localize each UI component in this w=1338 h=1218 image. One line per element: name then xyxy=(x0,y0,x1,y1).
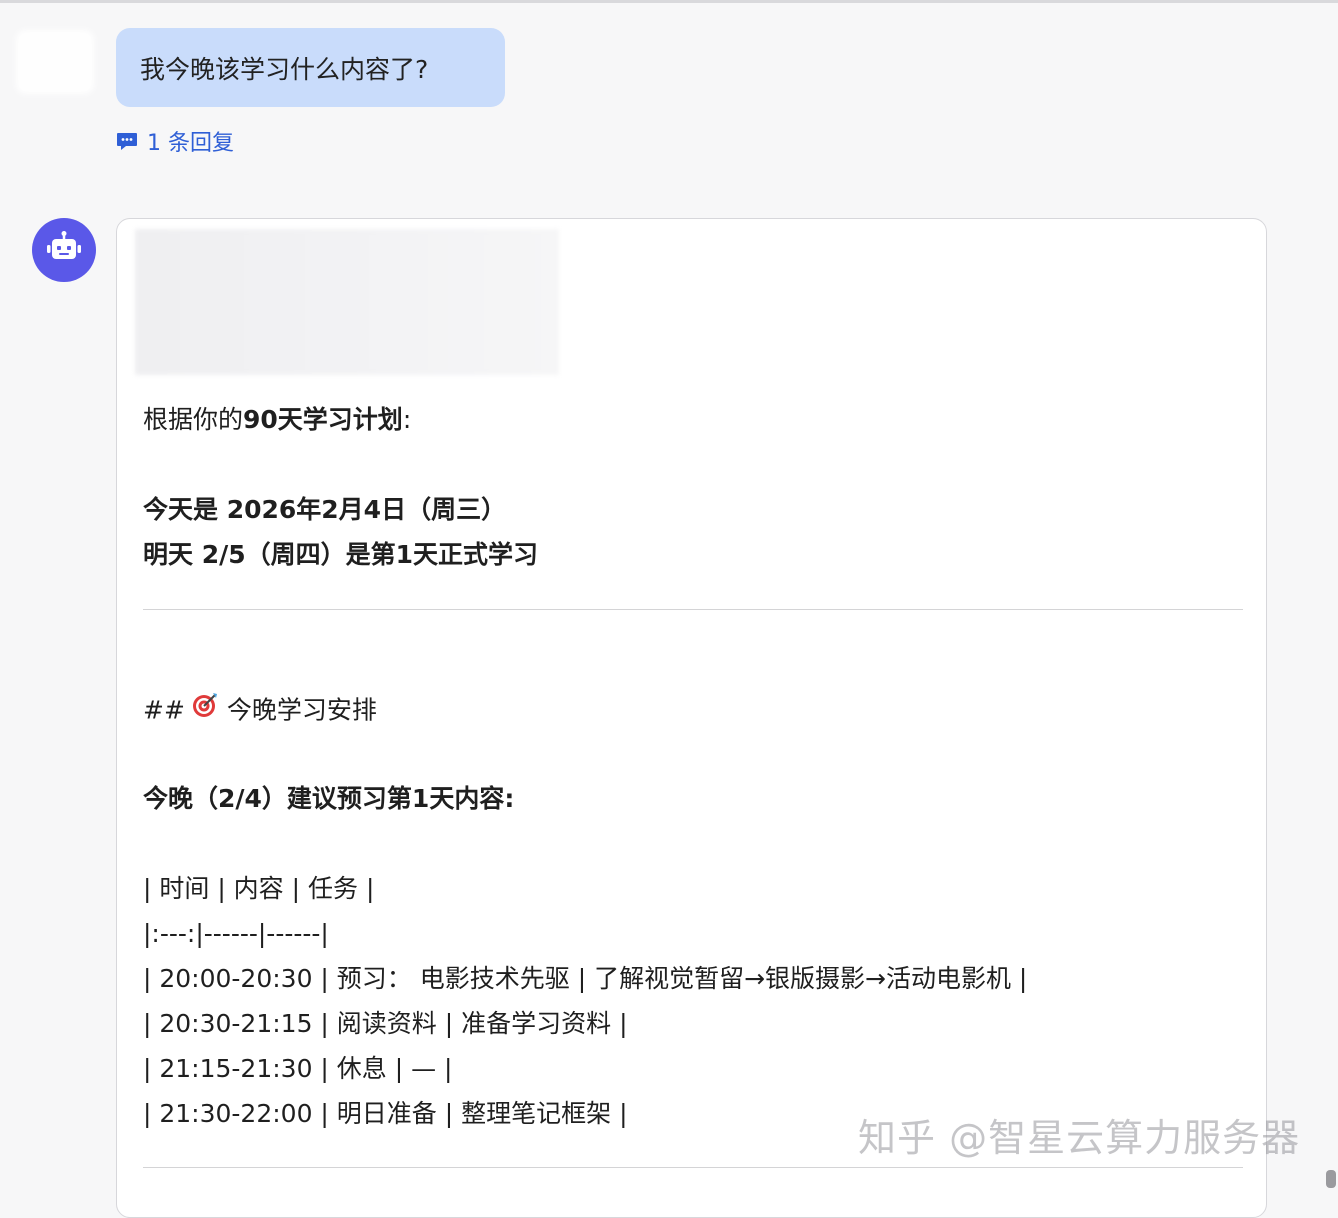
heading-prefix: ## xyxy=(143,695,185,725)
robot-icon xyxy=(44,228,84,272)
today-line: 今天是 2026年2月4日（周三） xyxy=(143,495,507,524)
table-row: | 时间 | 内容 | 任务 | xyxy=(143,874,375,903)
heading-line: ## 今晚学习安排 xyxy=(143,693,377,730)
intro-suffix: : xyxy=(402,405,412,434)
reply-thread-link[interactable]: 1 条回复 xyxy=(116,124,234,158)
watermark: 知乎 @智星云算力服务器 xyxy=(858,1116,1301,1160)
target-icon xyxy=(191,691,219,728)
divider xyxy=(143,1167,1243,1168)
table-row: | 20:30-21:15 | 阅读资料 | 准备学习资料 | xyxy=(143,1009,628,1038)
heading-text: 今晚学习安排 xyxy=(226,695,377,725)
table-row: | 21:15-21:30 | 休息 | — | xyxy=(143,1054,453,1083)
table-row: |:---:|------|------| xyxy=(143,919,329,948)
tonight-line: 今晚（2/4）建议预习第1天内容: xyxy=(143,784,515,813)
reply-count-label: 1 条回复 xyxy=(147,131,234,156)
table-row: | 20:00-20:30 | 预习： 电影技术先驱 | 了解视觉暂留→银版摄影… xyxy=(143,964,1028,993)
user-avatar xyxy=(16,30,94,94)
top-border xyxy=(0,0,1338,3)
user-message-text: 我今晚该学习什么内容了? xyxy=(140,54,429,84)
user-message-bubble: 我今晚该学习什么内容了? xyxy=(116,28,505,107)
bot-response-card: 根据你的90天学习计划: 今天是 2026年2月4日（周三） 明天 2/5（周四… xyxy=(116,218,1267,1218)
scrollbar-thumb[interactable] xyxy=(1326,1170,1336,1188)
comment-icon xyxy=(116,130,138,152)
redacted-image xyxy=(135,229,559,375)
bot-avatar xyxy=(32,218,96,282)
intro-line: 根据你的90天学习计划: xyxy=(143,403,411,437)
table-row: | 21:30-22:00 | 明日准备 | 整理笔记框架 | xyxy=(143,1099,628,1128)
intro-bold: 90天学习计划 xyxy=(243,405,403,434)
intro-prefix: 根据你的 xyxy=(143,405,244,434)
tomorrow-line: 明天 2/5（周四）是第1天正式学习 xyxy=(143,540,539,569)
divider xyxy=(143,609,1243,610)
